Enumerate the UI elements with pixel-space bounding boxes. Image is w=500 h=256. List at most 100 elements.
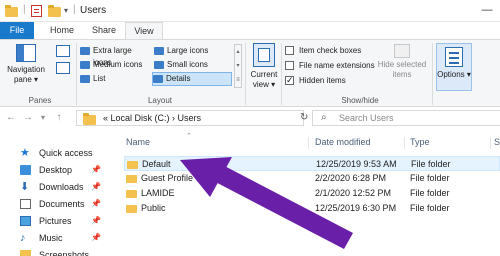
pin-icon[interactable]: 📌	[91, 216, 101, 225]
pin-icon[interactable]: 📌	[91, 199, 101, 208]
file-name-extensions-toggle[interactable]: File name extensions	[285, 59, 380, 72]
navigation-pane-label: Navigation pane ▾	[7, 65, 45, 84]
options-button[interactable]: Options ▾	[436, 43, 472, 91]
forward-arrow-icon[interactable]: →	[21, 111, 35, 125]
address-bar[interactable]: « Local Disk (C:) › Users	[76, 110, 304, 126]
file-list: Name ⌃ Date modified Type Si Default 12/…	[112, 132, 500, 256]
navigation-pane: ★ Quick access Desktop ⬇ Downloads Docum…	[0, 135, 112, 256]
desktop-icon	[20, 165, 31, 175]
file-name-extensions-label: File name extensions	[299, 61, 375, 70]
address-path: « Local Disk (C:) › Users	[103, 113, 202, 123]
title-bar: | ▾ | Users —	[0, 0, 500, 22]
hidden-items-checkbox[interactable]	[285, 74, 294, 87]
column-header-type[interactable]: Type	[410, 137, 430, 147]
quick-access-dropdown-icon[interactable]: ▾	[64, 6, 68, 15]
column-header-name[interactable]: Name	[126, 137, 150, 147]
file-type: File folder	[410, 203, 450, 213]
recent-locations-icon[interactable]: ▾	[36, 111, 50, 125]
minimize-button[interactable]: —	[478, 2, 496, 18]
tab-view[interactable]: View	[125, 22, 163, 39]
small-icons-option[interactable]: Small icons	[154, 59, 230, 71]
table-row[interactable]: Default 12/25/2019 9:53 AM File folder	[124, 156, 500, 171]
download-icon: ⬇	[20, 181, 30, 193]
preview-pane-icon[interactable]	[56, 45, 70, 57]
hidden-items-toggle[interactable]: Hidden items	[285, 74, 375, 87]
item-check-boxes-checkbox[interactable]	[285, 46, 294, 55]
hide-selected-items-label: Hide selected items	[377, 60, 427, 79]
column-divider[interactable]	[404, 137, 405, 149]
file-name: Guest Profile	[141, 173, 194, 183]
folder-icon	[126, 205, 137, 213]
properties-icon[interactable]	[31, 5, 42, 17]
pictures-icon	[20, 216, 31, 226]
pin-icon[interactable]: 📌	[91, 165, 101, 174]
back-arrow-icon[interactable]: ←	[4, 111, 18, 125]
folder-icon	[126, 175, 137, 183]
options-label: Options ▾	[437, 70, 471, 79]
current-view-button[interactable]: Current view ▾	[248, 43, 280, 90]
nav-item-label: Documents	[39, 199, 85, 209]
column-header-size[interactable]: Si	[494, 137, 500, 147]
file-date: 2/2/2020 6:28 PM	[315, 173, 387, 183]
details-icon	[153, 75, 163, 83]
extra-large-icons-icon	[80, 47, 90, 55]
search-placeholder: Search Users	[339, 113, 394, 123]
tab-file[interactable]: File	[0, 22, 34, 39]
file-date: 12/25/2019 6:30 PM	[315, 203, 397, 213]
table-row[interactable]: Public 12/25/2019 6:30 PM File folder	[124, 201, 500, 216]
small-icons-icon	[154, 61, 164, 69]
file-date: 2/1/2020 12:52 PM	[315, 188, 392, 198]
nav-item-label: Quick access	[39, 148, 93, 158]
ribbon-separator	[245, 43, 246, 105]
window-title: Users	[80, 5, 107, 16]
column-divider[interactable]	[490, 137, 491, 149]
table-row[interactable]: Guest Profile 2/2/2020 6:28 PM File fold…	[124, 171, 500, 186]
documents-icon	[20, 199, 31, 209]
navigation-pane-icon	[16, 44, 36, 62]
music-icon: ♪	[20, 232, 26, 244]
separator-pipe: |	[73, 4, 76, 15]
navigation-pane-button[interactable]: Navigation pane ▾	[4, 44, 48, 85]
item-check-boxes-toggle[interactable]: Item check boxes	[285, 44, 375, 57]
search-input[interactable]: ⌕ Search Users	[312, 110, 500, 126]
file-type: File folder	[410, 188, 450, 198]
list-option[interactable]: List	[80, 73, 150, 85]
medium-icons-label: Medium icons	[93, 60, 143, 69]
new-folder-icon[interactable]	[48, 5, 61, 17]
extra-large-icons-option[interactable]: Extra large icons	[80, 45, 150, 67]
hide-selected-items-icon	[394, 44, 410, 58]
column-header-date-modified[interactable]: Date modified	[315, 137, 371, 147]
large-icons-option[interactable]: Large icons	[154, 45, 230, 57]
ribbon: Navigation pane ▾ Panes Extra large icon…	[0, 39, 500, 107]
current-view-icon	[253, 43, 275, 67]
tab-share[interactable]: Share	[86, 22, 122, 39]
ribbon-separator	[281, 43, 282, 105]
file-type: File folder	[410, 173, 450, 183]
hidden-items-label: Hidden items	[299, 76, 346, 85]
folder-icon	[126, 190, 137, 198]
up-arrow-icon[interactable]: ↑	[52, 111, 66, 125]
large-icons-icon	[154, 47, 164, 55]
address-bar-row: ← → ▾ ↑ « Local Disk (C:) › Users ↻ ⌕ Se…	[0, 107, 500, 129]
layout-scroll-arrows[interactable]: ▴ ▾ ≡	[234, 44, 242, 88]
options-icon	[445, 47, 463, 67]
nav-item-label: Screenshots	[39, 250, 90, 256]
medium-icons-option[interactable]: Medium icons	[80, 59, 150, 71]
file-name: Public	[141, 203, 166, 213]
hide-selected-items-button[interactable]: Hide selected items	[376, 44, 428, 80]
pin-icon[interactable]: 📌	[91, 233, 101, 242]
folder-icon	[127, 161, 138, 169]
separator-pipe: |	[23, 4, 26, 15]
list-icon	[80, 75, 90, 83]
column-divider[interactable]	[308, 137, 309, 149]
nav-item-label: Downloads	[39, 182, 84, 192]
file-type: File folder	[411, 159, 451, 169]
details-option[interactable]: Details	[152, 72, 232, 86]
details-pane-icon[interactable]	[56, 62, 70, 74]
tab-home[interactable]: Home	[44, 22, 80, 39]
refresh-icon[interactable]: ↻	[300, 112, 308, 123]
pin-icon[interactable]: 📌	[91, 182, 101, 191]
table-row[interactable]: LAMIDE 2/1/2020 12:52 PM File folder	[124, 186, 500, 201]
file-name-extensions-checkbox[interactable]	[285, 61, 294, 70]
item-check-boxes-label: Item check boxes	[299, 46, 362, 55]
